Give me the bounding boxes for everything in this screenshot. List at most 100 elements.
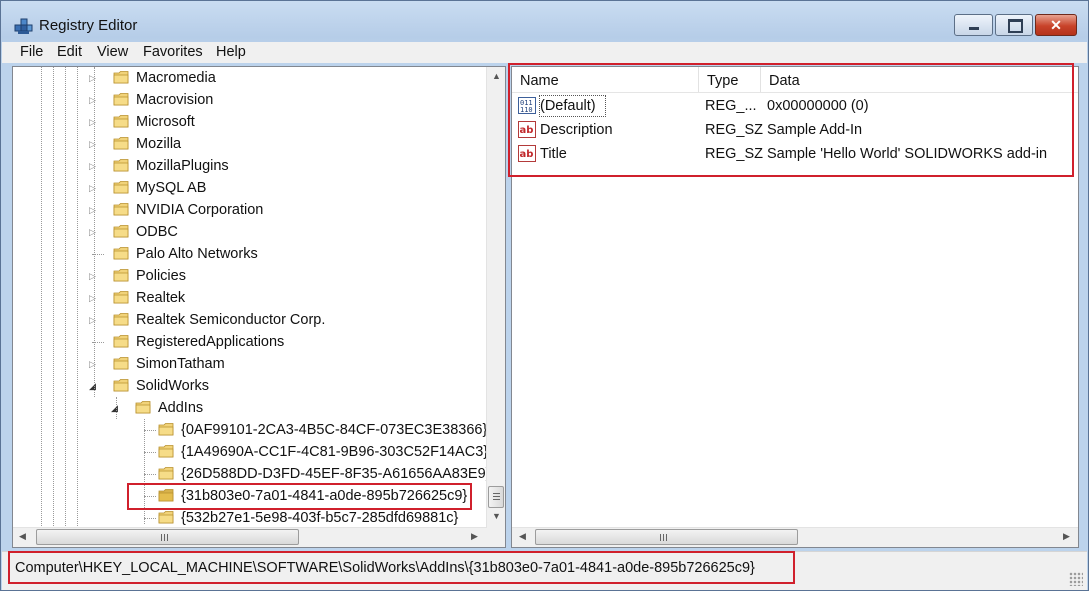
folder-icon <box>113 334 129 349</box>
maximize-button[interactable] <box>995 14 1033 36</box>
value-row[interactable]: ab Description REG_SZ Sample Add-In <box>512 118 1072 142</box>
folder-icon <box>113 290 129 305</box>
scroll-right-icon[interactable]: ▶ <box>465 531 484 542</box>
tree-item[interactable]: ▷ MozillaPlugins <box>13 155 483 177</box>
tree-item[interactable]: ▷ Policies <box>13 265 483 287</box>
tree-item[interactable]: {0AF99101-2CA3-4B5C-84CF-073EC3E38366} <box>13 419 487 441</box>
folder-icon <box>135 400 151 415</box>
tree-item[interactable]: ◢ SolidWorks <box>13 375 483 397</box>
tree-item-label: {26D588DD-D3FD-45EF-8F35-A61656AA83E9} <box>181 466 491 482</box>
close-button[interactable]: ✕ <box>1035 14 1077 36</box>
column-name-label: Name <box>520 73 559 89</box>
tree-item[interactable]: {26D588DD-D3FD-45EF-8F35-A61656AA83E9} <box>13 463 491 485</box>
scroll-left-icon[interactable]: ◀ <box>513 531 532 542</box>
current-key-path: Computer\HKEY_LOCAL_MACHINE\SOFTWARE\Sol… <box>15 560 755 576</box>
tree-horizontal-scroll-thumb[interactable] <box>36 529 299 545</box>
folder-icon <box>113 224 129 239</box>
tree-item-label: ODBC <box>136 224 178 240</box>
scroll-left-icon[interactable]: ◀ <box>13 531 32 542</box>
tree-item-label: {1A49690A-CC1F-4C81-9B96-303C52F14AC3} <box>181 444 489 460</box>
tree-horizontal-scrollbar[interactable]: ◀ ▶ <box>13 527 486 547</box>
window-title: Registry Editor <box>39 17 138 34</box>
folder-icon <box>158 488 174 503</box>
value-data: Sample Add-In <box>767 122 863 138</box>
tree-item-label: {0AF99101-2CA3-4B5C-84CF-073EC3E38366} <box>181 422 488 438</box>
tree-guide-line <box>77 67 78 528</box>
folder-icon <box>113 202 129 217</box>
value-type: REG_SZ <box>705 146 764 162</box>
menu-edit[interactable]: Edit <box>57 44 82 60</box>
tree-vertical-scroll-thumb[interactable] <box>488 486 504 508</box>
tree-item-label: Microsoft <box>136 114 195 130</box>
tree-item[interactable]: {1A49690A-CC1F-4C81-9B96-303C52F14AC3} <box>13 441 488 463</box>
tree-item[interactable]: ▷ Realtek Semiconductor Corp. <box>13 309 483 331</box>
registry-key-tree[interactable]: ▷ Macromedia ▷ Macrovision ▷ Microsoft ▷ Mozill… <box>12 66 506 548</box>
tree-item[interactable]: ▷ SimonTatham <box>13 353 483 375</box>
tree-vertical-scrollbar[interactable]: ▲ ▼ <box>486 67 505 528</box>
folder-icon <box>113 136 129 151</box>
tree-item[interactable]: ▷ Microsoft <box>13 111 483 133</box>
value-name: (Default) <box>540 98 596 114</box>
value-row[interactable]: ab Title REG_SZ Sample 'Hello World' SOL… <box>512 142 1072 166</box>
tree-item-label: SolidWorks <box>136 378 210 394</box>
scroll-up-icon[interactable]: ▲ <box>487 71 505 81</box>
column-header-data[interactable]: Data <box>761 67 1078 92</box>
column-header-type[interactable]: Type <box>699 67 761 92</box>
string-value-icon: ab <box>518 121 536 138</box>
tree-item[interactable]: ◢ AddIns <box>13 397 483 419</box>
tree-guide-line <box>94 67 95 397</box>
value-row[interactable]: 011 110 (Default) REG_... 0x00000000 (0) <box>512 94 1072 118</box>
minimize-button[interactable] <box>954 14 993 36</box>
column-header-name[interactable]: Name <box>512 67 699 92</box>
scroll-down-icon[interactable]: ▼ <box>487 511 505 521</box>
folder-icon <box>113 312 129 327</box>
tree-item[interactable]: {31b803e0-7a01-4841-a0de-895b726625c9} <box>13 485 483 507</box>
tree-item[interactable]: Palo Alto Networks <box>13 243 483 265</box>
tree-item[interactable]: ▷ ODBC <box>13 221 483 243</box>
tree-item-label: Realtek <box>136 290 186 306</box>
values-horizontal-scrollbar[interactable]: ◀ ▶ <box>512 527 1078 547</box>
tree-item[interactable]: ▷ MySQL AB <box>13 177 483 199</box>
tree-item[interactable]: ▷ NVIDIA Corporation <box>13 199 483 221</box>
status-bar: Computer\HKEY_LOCAL_MACHINE\SOFTWARE\Sol… <box>2 551 1087 590</box>
menu-help[interactable]: Help <box>216 44 246 60</box>
tree-guide-line <box>144 419 145 524</box>
folder-icon <box>113 268 129 283</box>
menu-favorites[interactable]: Favorites <box>143 44 203 60</box>
title-bar[interactable]: Registry Editor ✕ <box>1 1 1088 41</box>
scroll-right-icon[interactable]: ▶ <box>1057 531 1076 542</box>
tree-item[interactable]: ▷ Mozilla <box>13 133 483 155</box>
tree-item[interactable]: ▷ Macrovision <box>13 89 483 111</box>
folder-icon <box>113 246 129 261</box>
tree-item-label: MySQL AB <box>136 180 207 196</box>
header-divider <box>512 92 1078 93</box>
tree-guide-line <box>41 67 42 528</box>
tree-item[interactable]: {532b27e1-5e98-403f-b5c7-285dfd69881c} <box>13 507 483 529</box>
tree-item-label: NVIDIA Corporation <box>136 202 264 218</box>
tree-item-label: {532b27e1-5e98-403f-b5c7-285dfd69881c} <box>181 510 459 526</box>
folder-icon <box>158 510 174 525</box>
tree-item-label: MozillaPlugins <box>136 158 229 174</box>
menu-file[interactable]: File <box>20 44 43 60</box>
menu-bar: File Edit View Favorites Help <box>2 42 1087 63</box>
resize-grip-icon[interactable] <box>1069 572 1083 586</box>
menu-view[interactable]: View <box>97 44 128 60</box>
value-name: Description <box>540 122 613 138</box>
tree-item-label: Macrovision <box>136 92 214 108</box>
folder-icon <box>158 422 174 437</box>
tree-item-label: SimonTatham <box>136 356 225 372</box>
folder-icon <box>113 180 129 195</box>
close-icon: ✕ <box>1050 17 1062 33</box>
values-horizontal-scroll-thumb[interactable] <box>535 529 798 545</box>
folder-icon <box>113 114 129 129</box>
folder-icon <box>113 378 129 393</box>
scrollbar-corner <box>486 528 505 547</box>
tree-guide-line <box>116 397 117 419</box>
value-type: REG_SZ <box>705 122 764 138</box>
tree-item[interactable]: ▷ Macromedia <box>13 67 483 89</box>
registry-values-list[interactable]: Name Type Data 011 110 (Default) REG_...… <box>511 66 1079 548</box>
folder-icon <box>113 92 129 107</box>
tree-item-label: Mozilla <box>136 136 182 152</box>
tree-item[interactable]: RegisteredApplications <box>13 331 483 353</box>
tree-item[interactable]: ▷ Realtek <box>13 287 483 309</box>
